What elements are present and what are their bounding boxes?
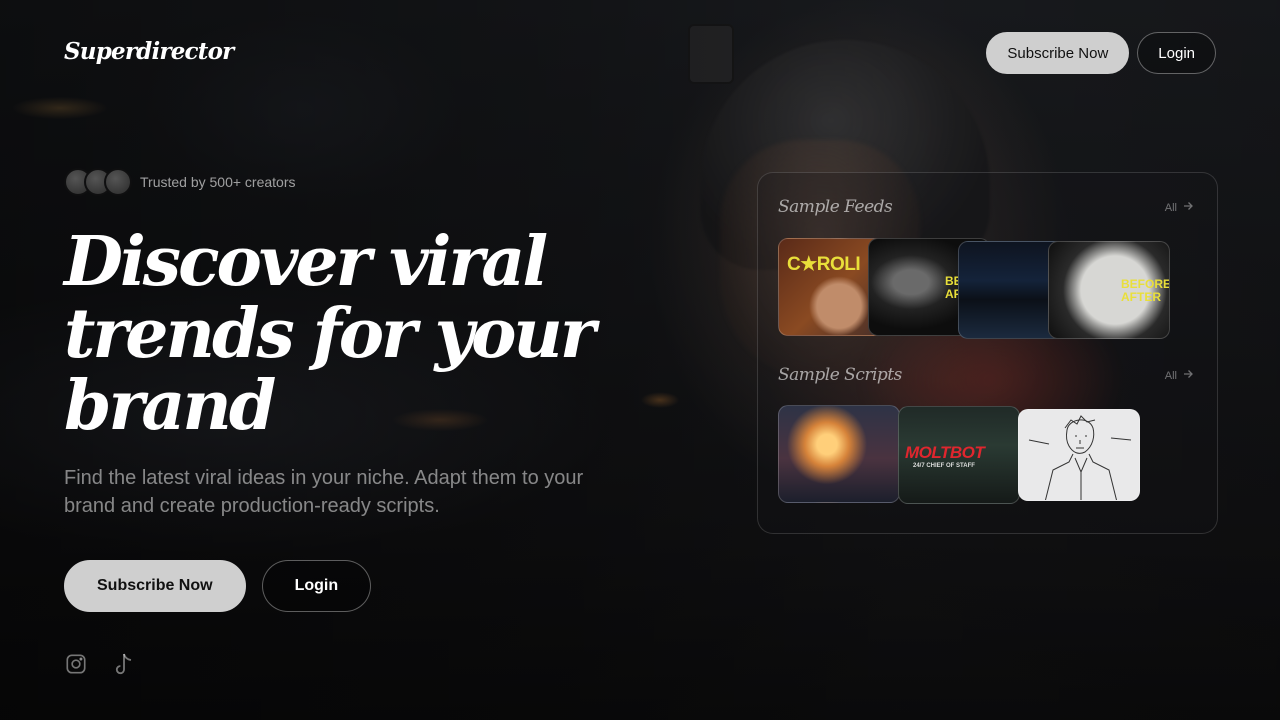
hero-subscribe-button[interactable]: Subscribe Now bbox=[64, 560, 246, 612]
sketch-illustration bbox=[1028, 415, 1132, 500]
background-helmet-camera bbox=[688, 24, 734, 84]
samples-card: Sample Feeds All C★ROLI BEFORE AFTER BEF… bbox=[757, 172, 1218, 534]
thumbnail-caption: MOLTBOT bbox=[905, 443, 985, 462]
sample-feeds-all-link[interactable]: All bbox=[1165, 201, 1193, 214]
thumbnail-subcaption: 24/7 CHIEF OF STAFF bbox=[913, 463, 975, 469]
thumbnail-caption: C★ROLI bbox=[787, 254, 861, 275]
script-thumbnail[interactable]: MOLTBOT 24/7 CHIEF OF STAFF bbox=[898, 406, 1020, 504]
hero-actions: Subscribe Now Login bbox=[64, 560, 372, 612]
hero-login-button[interactable]: Login bbox=[261, 560, 372, 612]
header-actions: Subscribe Now Login bbox=[986, 32, 1216, 74]
script-thumbnail[interactable] bbox=[778, 405, 900, 503]
all-link-label: All bbox=[1164, 201, 1177, 214]
trusted-badge: Trusted by 500+ creators bbox=[64, 168, 296, 196]
hero-subtext: Find the latest viral ideas in your nich… bbox=[64, 467, 584, 517]
brand-logo[interactable]: Superdirector bbox=[64, 38, 234, 65]
script-thumbnail[interactable] bbox=[1018, 409, 1140, 501]
header-subscribe-button[interactable]: Subscribe Now bbox=[986, 32, 1130, 74]
avatar bbox=[104, 168, 132, 196]
thumbnail-caption: BEFORE AFTER bbox=[1121, 277, 1170, 304]
header-login-button[interactable]: Login bbox=[1137, 32, 1216, 74]
arrow-right-icon bbox=[1183, 201, 1193, 214]
sample-scripts-all-link[interactable]: All bbox=[1165, 369, 1193, 382]
instagram-icon[interactable] bbox=[64, 652, 88, 676]
feed-thumbnail[interactable]: BEFORE AFTER bbox=[1048, 241, 1170, 339]
all-link-label: All bbox=[1164, 369, 1177, 382]
social-links bbox=[64, 652, 136, 676]
trusted-text: Trusted by 500+ creators bbox=[140, 174, 296, 190]
sample-feeds-title: Sample Feeds bbox=[778, 197, 893, 217]
sample-scripts-title: Sample Scripts bbox=[778, 365, 902, 385]
arrow-right-icon bbox=[1183, 369, 1193, 382]
hero-headline: Discover viral trends for your brand bbox=[64, 222, 596, 446]
creator-avatars bbox=[64, 168, 132, 196]
tiktok-icon[interactable] bbox=[112, 652, 136, 676]
